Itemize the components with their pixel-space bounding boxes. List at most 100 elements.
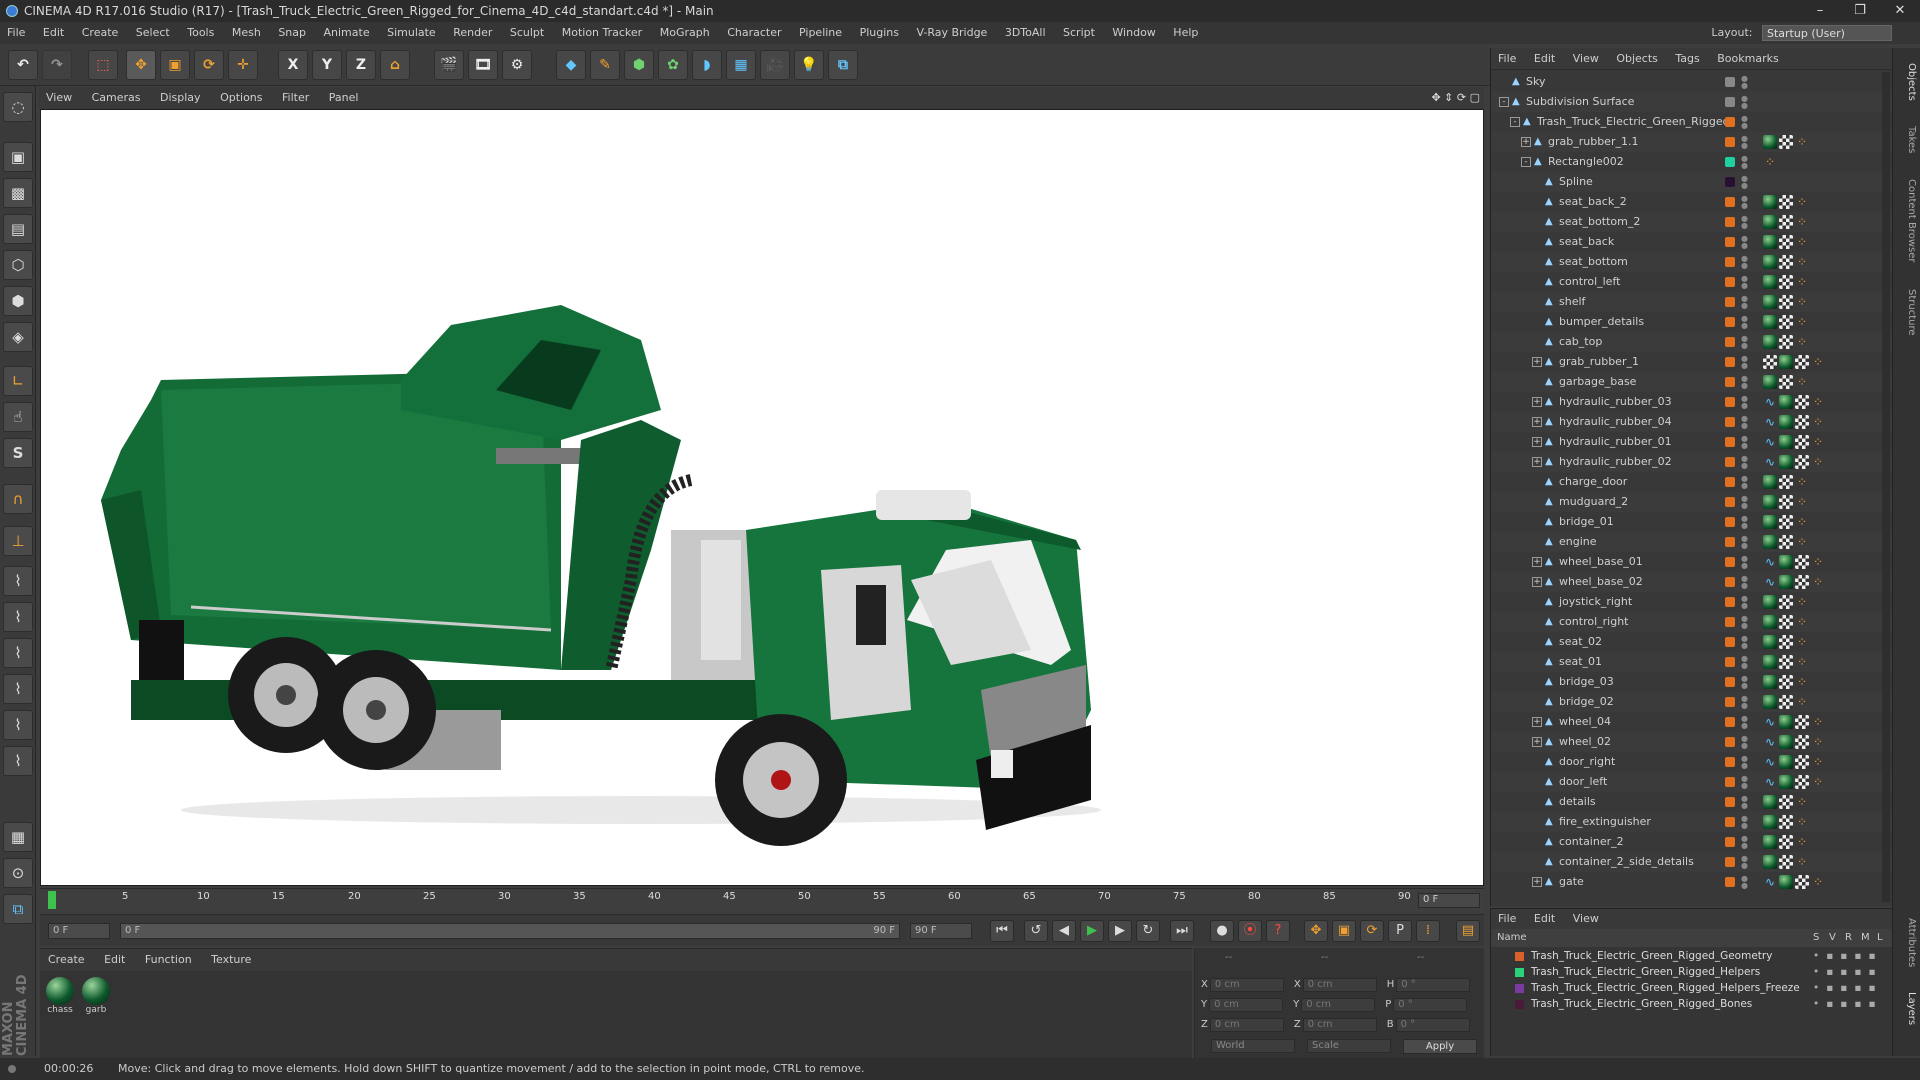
size-y-field[interactable]: 0 cm [1301,998,1376,1012]
menu-mograph[interactable]: MoGraph [660,26,710,39]
material-tag-icon[interactable] [1763,335,1777,349]
visibility-dots-icon[interactable]: ● ● [1741,475,1748,490]
visibility-dots-icon[interactable]: ● ● [1741,155,1748,170]
visibility-dots-icon[interactable]: ● ● [1741,495,1748,510]
layer-color-icon[interactable] [1725,337,1735,347]
material-swatch[interactable]: chass [44,977,76,1015]
layer-color-icon[interactable] [1725,557,1735,567]
rig-tag-icon[interactable]: ⁘ [1811,735,1825,749]
texture-mode-icon[interactable]: ▩ [3,178,33,208]
material-tag-icon[interactable] [1763,235,1777,249]
visibility-dots-icon[interactable]: ● ● [1741,395,1748,410]
points-mode-icon[interactable]: ⬡ [3,250,33,280]
rig-tag-icon[interactable]: ⁘ [1795,315,1809,329]
layer-color-icon[interactable] [1725,417,1735,427]
rig-tag-icon[interactable]: ⁘ [1811,755,1825,769]
texture-tag-icon[interactable] [1795,875,1809,889]
texture-tag-icon[interactable] [1779,815,1793,829]
layer-color-icon[interactable] [1725,717,1735,727]
rig-tag-icon[interactable]: ⁘ [1795,795,1809,809]
texture-tag-icon[interactable] [1779,215,1793,229]
object-row[interactable]: ▲ shelf ● ● ⁘ [1491,292,1893,312]
tab-attributes[interactable]: Attributes [1895,908,1917,978]
coord-space-dropdown[interactable]: World [1211,1039,1295,1053]
material-tag-icon[interactable] [1779,555,1793,569]
menu-window[interactable]: Window [1112,26,1155,39]
menu-mesh[interactable]: Mesh [232,26,261,39]
material-tag-icon[interactable] [1763,375,1777,389]
obj-menu-bookmarks[interactable]: Bookmarks [1717,52,1778,65]
axis-mode-icon[interactable]: ∟ [3,366,33,396]
spline-tag-icon[interactable]: ∿ [1763,575,1777,589]
rig-tag-icon[interactable]: ⁘ [1811,715,1825,729]
object-row[interactable]: ▲ seat_02 ● ● ⁘ [1491,632,1893,652]
material-tag-icon[interactable] [1779,575,1793,589]
object-row[interactable]: + ▲ wheel_02 ● ● ∿ ⁘ [1491,732,1893,752]
spline-tag-icon[interactable]: ∿ [1763,415,1777,429]
object-row[interactable]: + ▲ hydraulic_rubber_03 ● ● ∿ ⁘ [1491,392,1893,412]
rig-tag-icon[interactable]: ⁘ [1795,515,1809,529]
object-tree-scrollbar[interactable] [1882,72,1890,902]
texture-tag-icon[interactable] [1795,755,1809,769]
menu-help[interactable]: Help [1173,26,1198,39]
obj-menu-file[interactable]: File [1498,52,1516,65]
texture-tag-icon[interactable] [1795,455,1809,469]
object-row[interactable]: ▲ fire_extinguisher ● ● ⁘ [1491,812,1893,832]
rig-tag-icon[interactable]: ⁘ [1811,455,1825,469]
visibility-dots-icon[interactable]: ● ● [1741,115,1748,130]
material-tag-icon[interactable] [1779,875,1793,889]
workplane-mode-icon[interactable]: ▤ [3,214,33,244]
object-row[interactable]: + ▲ wheel_base_02 ● ● ∿ ⁘ [1491,572,1893,592]
menu-select[interactable]: Select [136,26,170,39]
3d-viewport[interactable] [40,109,1484,886]
layer-color-icon[interactable] [1725,457,1735,467]
rig-tag-icon[interactable]: ⁘ [1811,575,1825,589]
visibility-dots-icon[interactable]: ● ● [1741,335,1748,350]
menu-file[interactable]: File [7,26,25,39]
cube-primitive-icon[interactable]: ◆ [556,50,586,80]
object-row[interactable]: ▲ seat_back_2 ● ● ⁘ [1491,192,1893,212]
array-mograph-icon[interactable]: ✿ [658,50,688,80]
position-z-field[interactable]: 0 cm [1209,1018,1284,1032]
texture-tag-icon[interactable] [1779,195,1793,209]
layer-color-icon[interactable] [1725,237,1735,247]
expand-icon[interactable]: + [1532,557,1542,567]
texture-tag-icon[interactable] [1795,775,1809,789]
layer-row[interactable]: Trash_Truck_Electric_Green_Rigged_Geomet… [1491,949,1893,964]
expand-icon[interactable]: + [1532,717,1542,727]
rig-tag-icon[interactable]: ⁘ [1795,135,1809,149]
camera-icon[interactable]: 🎥 [760,50,790,80]
apply-button[interactable]: Apply [1403,1039,1477,1054]
object-row[interactable]: ▲ container_2 ● ● ⁘ [1491,832,1893,852]
material-tag-icon[interactable] [1779,355,1793,369]
render-picture-viewer-icon[interactable]: 🎞 [468,50,498,80]
object-row[interactable]: ▲ engine ● ● ⁘ [1491,532,1893,552]
coordinate-system-icon[interactable]: ⌂ [380,50,410,80]
rig-tag-icon[interactable]: ⁘ [1795,475,1809,489]
material-tag-icon[interactable] [1779,755,1793,769]
polygons-mode-icon[interactable]: ◈ [3,322,33,352]
key-parameter-icon[interactable]: P [1388,920,1412,942]
visibility-dots-icon[interactable]: ● ● [1741,295,1748,310]
visibility-dots-icon[interactable]: ● ● [1741,375,1748,390]
material-tag-icon[interactable] [1763,535,1777,549]
position-y-field[interactable]: 0 cm [1209,998,1284,1012]
texture-tag-icon[interactable] [1779,315,1793,329]
material-tag-icon[interactable] [1763,195,1777,209]
layer-color-icon[interactable] [1725,217,1735,227]
material-tag-icon[interactable] [1763,855,1777,869]
rig-tag-icon[interactable]: ⁘ [1795,255,1809,269]
layer-menu-edit[interactable]: Edit [1534,912,1555,925]
menu-3dtoall[interactable]: 3DToAll [1005,26,1046,39]
light-icon[interactable]: 💡 [794,50,824,80]
subdivision-surface-icon[interactable]: ⬢ [624,50,654,80]
maximize-button[interactable]: ❐ [1840,0,1880,22]
obj-menu-tags[interactable]: Tags [1675,52,1699,65]
object-row[interactable]: ▲ details ● ● ⁘ [1491,792,1893,812]
layer-color-icon[interactable] [1725,157,1735,167]
visibility-dots-icon[interactable]: ● ● [1741,735,1748,750]
layer-color-icon[interactable] [1725,177,1735,187]
material-tag-icon[interactable] [1763,595,1777,609]
visibility-dots-icon[interactable]: ● ● [1741,515,1748,530]
material-tag-icon[interactable] [1779,415,1793,429]
